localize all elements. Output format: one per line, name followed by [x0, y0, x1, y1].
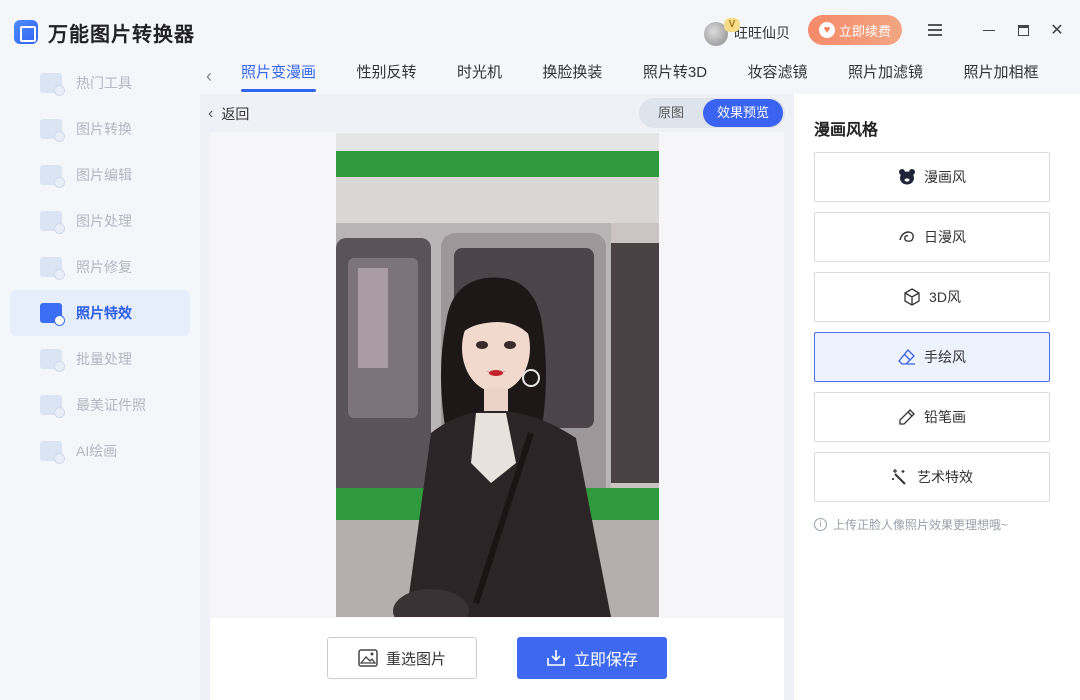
app-title: 万能图片转换器	[14, 18, 195, 46]
style-option-pencil[interactable]: 铅笔画	[814, 392, 1050, 442]
sidebar-item-label: 热门工具	[76, 75, 132, 91]
sidebar-item-photo-effects[interactable]: 照片特效	[10, 290, 190, 336]
reselect-image-button[interactable]: 重选图片	[327, 637, 477, 679]
action-bar: 重选图片 立即保存	[210, 618, 784, 700]
heart-icon: ♥	[818, 22, 835, 38]
tab-makeup-filter[interactable]: 妆容滤镜	[748, 60, 808, 92]
style-panel-title: 漫画风格	[814, 122, 879, 139]
style-option-label: 手绘风	[924, 349, 966, 365]
sidebar-item-label: AI绘画	[76, 443, 118, 459]
maximize-button[interactable]	[1010, 17, 1036, 43]
app-logo-icon	[14, 20, 38, 44]
reselect-label: 重选图片	[385, 650, 446, 668]
menu-icon	[928, 24, 942, 36]
sidebar-item-label: 最美证件照	[76, 397, 146, 413]
style-option-label: 艺术特效	[917, 469, 973, 485]
batch-process-icon	[40, 349, 65, 372]
photo-area	[210, 132, 784, 618]
renew-label: 立即续费	[838, 23, 891, 39]
tab-photo-to-3d[interactable]: 照片转3D	[643, 60, 707, 92]
eraser-icon	[898, 348, 916, 366]
style-option-hand-drawn[interactable]: 手绘风	[814, 332, 1050, 382]
tab-photo-to-comic[interactable]: 照片变漫画	[241, 60, 317, 92]
chevron-left-icon: ‹	[208, 105, 214, 122]
style-panel: 漫画风格 漫画风 日漫风 3D风 手绘风 铅笔画 艺术特效 i 上传正脸人像照片…	[794, 94, 1080, 700]
sidebar-item-label: 图片处理	[76, 213, 132, 229]
style-option-label: 铅笔画	[924, 409, 966, 425]
photo-repair-icon	[40, 257, 65, 280]
toggle-effect-preview[interactable]: 效果预览	[703, 99, 783, 127]
hint-text: 上传正脸人像照片效果更理想哦~	[833, 518, 1009, 532]
tab-face-swap[interactable]: 换脸换装	[542, 60, 602, 92]
id-photo-icon	[40, 395, 65, 418]
sidebar-item-image-process[interactable]: 图片处理	[10, 198, 190, 244]
vip-badge: V	[724, 18, 740, 32]
style-option-anime[interactable]: 日漫风	[814, 212, 1050, 262]
comic-portrait-illustration	[336, 133, 659, 617]
sidebar-nav: 热门工具 图片转换 图片编辑 图片处理 照片修复 照片特效 批量处理 最美证件照…	[10, 60, 190, 474]
app-name: 万能图片转换器	[48, 23, 195, 46]
magic-wand-icon	[891, 468, 909, 486]
sidebar-item-label: 照片修复	[76, 259, 132, 275]
save-button[interactable]: 立即保存	[517, 637, 667, 679]
close-icon: ✕	[1050, 22, 1064, 39]
image-process-icon	[40, 211, 65, 234]
sidebar-item-label: 批量处理	[76, 351, 132, 367]
minimize-button[interactable]	[976, 17, 1002, 43]
save-label: 立即保存	[573, 652, 638, 669]
sidebar-item-id-photo[interactable]: 最美证件照	[10, 382, 190, 428]
maximize-icon	[1017, 24, 1029, 36]
swirl-icon	[898, 228, 916, 246]
image-convert-icon	[40, 119, 65, 142]
toggle-original[interactable]: 原图	[639, 99, 703, 127]
sidebar-item-hot-tools[interactable]: 热门工具	[10, 60, 190, 106]
image-icon	[358, 649, 378, 667]
sidebar-item-label: 照片特效	[76, 305, 132, 321]
style-option-comic[interactable]: 漫画风	[814, 152, 1050, 202]
sidebar-item-image-edit[interactable]: 图片编辑	[10, 152, 190, 198]
tab-gender-swap[interactable]: 性别反转	[356, 60, 416, 92]
effect-tabs: 照片变漫画 性别反转 时光机 换脸换装 照片转3D 妆容滤镜 照片加滤镜 照片加…	[232, 60, 1080, 92]
cube-icon	[903, 288, 921, 306]
style-option-3d[interactable]: 3D风	[814, 272, 1050, 322]
sidebar-item-image-convert[interactable]: 图片转换	[10, 106, 190, 152]
view-toggle: 原图 效果预览	[639, 98, 785, 128]
info-icon: i	[814, 518, 827, 531]
bear-icon	[898, 168, 916, 186]
renew-button[interactable]: ♥ 立即续费	[808, 15, 902, 45]
sidebar-item-label: 图片编辑	[76, 167, 132, 183]
close-button[interactable]: ✕	[1044, 17, 1070, 43]
tabs-prev-button[interactable]: ‹	[206, 64, 226, 88]
style-option-label: 日漫风	[924, 229, 966, 245]
back-label: 返回	[221, 106, 250, 122]
tab-add-filter[interactable]: 照片加滤镜	[848, 60, 923, 92]
avatar: V	[704, 18, 740, 46]
download-icon	[547, 650, 565, 666]
sidebar-item-ai-painting[interactable]: AI绘画	[10, 428, 190, 474]
sidebar-item-label: 图片转换	[76, 121, 132, 137]
tab-add-frame[interactable]: 照片加相框	[963, 60, 1038, 92]
minimize-icon	[983, 29, 995, 31]
chevron-left-icon: ‹	[206, 66, 212, 86]
preview-panel: ‹ 返回 原图 效果预览 重选图片 立即保存	[200, 94, 794, 700]
sidebar-item-photo-repair[interactable]: 照片修复	[10, 244, 190, 290]
image-edit-icon	[40, 165, 65, 188]
user-name: 旺旺仙贝	[734, 25, 790, 41]
ai-painting-icon	[40, 441, 65, 464]
user-profile[interactable]: V 旺旺仙贝	[704, 12, 790, 46]
sidebar-item-batch-process[interactable]: 批量处理	[10, 336, 190, 382]
back-button[interactable]: ‹ 返回	[208, 104, 249, 124]
menu-button[interactable]	[922, 17, 948, 43]
style-option-label: 3D风	[929, 289, 961, 305]
hot-tools-icon	[40, 73, 65, 96]
pencil-icon	[898, 408, 916, 426]
style-option-art-effect[interactable]: 艺术特效	[814, 452, 1050, 502]
sidebar: 万能图片转换器 热门工具 图片转换 图片编辑 图片处理 照片修复 照片特效 批量…	[0, 0, 200, 700]
style-option-label: 漫画风	[924, 169, 966, 185]
upload-hint: i 上传正脸人像照片效果更理想哦~	[814, 516, 1008, 533]
style-list: 漫画风 日漫风 3D风 手绘风 铅笔画 艺术特效	[814, 152, 1050, 512]
tab-time-machine[interactable]: 时光机	[457, 60, 502, 92]
photo-effects-icon	[40, 303, 65, 326]
result-photo	[336, 133, 659, 617]
